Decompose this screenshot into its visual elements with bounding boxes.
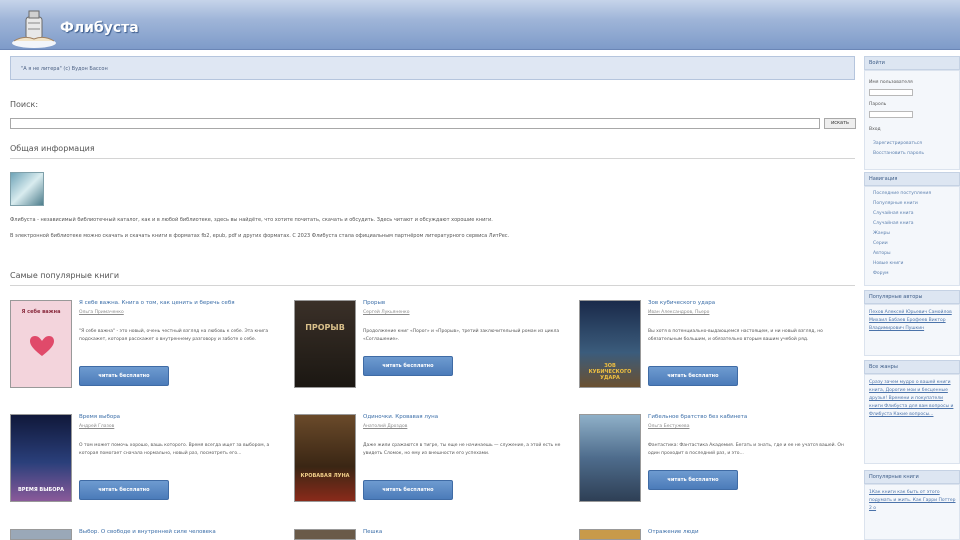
popular-authors-block: Пехов Алексей Юрьевич Самойлов Михаил Ба… bbox=[864, 304, 960, 356]
nav-item[interactable]: Авторы bbox=[873, 251, 891, 256]
book-cover[interactable]: КРОВАВАЯ ЛУНА bbox=[294, 414, 356, 502]
read-free-button[interactable]: читать бесплатно bbox=[79, 480, 169, 500]
book-title-link[interactable]: Пешка bbox=[363, 529, 382, 535]
login-block: Имя пользователя Пароль Вход Зарегистрир… bbox=[864, 70, 960, 170]
book-card: Выбор. О свободе и внутренней силе челов… bbox=[10, 529, 280, 540]
book-title-link[interactable]: Отражение люди bbox=[648, 529, 699, 535]
book-title-link[interactable]: Гибельное братство без кабинета bbox=[648, 414, 747, 420]
book-title-link[interactable]: Зов кубического удара bbox=[648, 300, 715, 306]
search-label: Поиск: bbox=[10, 100, 39, 109]
book-description: О том может помочь хорошо, вашь которого… bbox=[79, 443, 270, 456]
book-card: ЗОВ КУБИЧЕСКОГО УДАРА Зов кубического уд… bbox=[579, 300, 849, 400]
nav-item[interactable]: Популярные книги bbox=[873, 201, 918, 206]
book-cover[interactable]: Я себе важна bbox=[10, 300, 72, 388]
read-free-button[interactable]: читать бесплатно bbox=[648, 470, 738, 490]
book-card: Я себе важна Я себе важна. Книга о том, … bbox=[10, 300, 280, 400]
recover-password-link[interactable]: Восстановить пароль bbox=[873, 151, 924, 156]
password-field[interactable] bbox=[869, 111, 913, 118]
book-card: Пешка bbox=[294, 529, 564, 540]
book-author-link[interactable]: Сергей Лукьяненко bbox=[363, 310, 410, 315]
site-header: Флибуста bbox=[0, 0, 960, 50]
book-title-link[interactable]: Я себе важна. Книга о том, как ценить и … bbox=[79, 300, 235, 306]
right-sidebar: Войти Имя пользователя Пароль Вход Зарег… bbox=[864, 56, 960, 540]
book-description: Фантастика: Фантастика Академия. Бегать … bbox=[648, 443, 844, 456]
username-field[interactable] bbox=[869, 89, 913, 96]
book-cover[interactable]: ЗОВ КУБИЧЕСКОГО УДАРА bbox=[579, 300, 641, 388]
library-image bbox=[10, 172, 44, 206]
book-description: Продолжение книг «Порог» и «Прорыв», тре… bbox=[363, 329, 560, 342]
popular-authors-title: Популярные авторы bbox=[864, 290, 960, 304]
book-title-link[interactable]: Одиночки. Кровавая луна bbox=[363, 414, 438, 420]
heart-icon bbox=[30, 336, 54, 356]
divider bbox=[10, 158, 855, 159]
book-card: ПРОРЫВ Прорыв Сергей Лукьяненко Продолже… bbox=[294, 300, 564, 400]
book-author-link[interactable]: Анатолий Дроздов bbox=[363, 424, 407, 429]
navigation-block: Последние поступления Популярные книги С… bbox=[864, 186, 960, 286]
book-author-link[interactable]: Ольга Примаченко bbox=[79, 310, 124, 315]
nav-item[interactable]: Серии bbox=[873, 241, 888, 246]
book-cover[interactable] bbox=[294, 529, 356, 540]
general-info-heading: Общая информация bbox=[10, 144, 95, 153]
book-card: ВРЕМЯ ВЫБОРА Время выбора Андрей Глазов … bbox=[10, 414, 280, 514]
nav-item[interactable]: Случайная книга bbox=[873, 211, 914, 216]
book-title-link[interactable]: Выбор. О свободе и внутренней силе челов… bbox=[79, 529, 216, 535]
book-cover[interactable]: ПРОРЫВ bbox=[294, 300, 356, 388]
book-card: Отражение люди bbox=[579, 529, 849, 540]
login-submit-button[interactable]: Вход bbox=[869, 127, 881, 132]
book-cover[interactable] bbox=[10, 529, 72, 540]
read-free-button[interactable]: читать бесплатно bbox=[648, 366, 738, 386]
book-description: "Я себе важна" - это новый, очень честны… bbox=[79, 329, 269, 342]
genres-links[interactable]: Сразу зачем мудро о вашей книги книга, Д… bbox=[869, 379, 957, 419]
login-block-title: Войти bbox=[864, 56, 960, 70]
book-description: Вы хотя в потенциально-выдающемся настоя… bbox=[648, 329, 823, 342]
info-text: Флибуста - независимый библиотечный ката… bbox=[10, 217, 493, 223]
popular-books-sidebar-block: 1Как книги как быть от этого подумать и … bbox=[864, 484, 960, 540]
read-free-button[interactable]: читать бесплатно bbox=[79, 366, 169, 386]
book-cover[interactable]: ВРЕМЯ ВЫБОРА bbox=[10, 414, 72, 502]
navigation-title: Навигация bbox=[864, 172, 960, 186]
search-button[interactable]: искать bbox=[824, 118, 856, 129]
nav-item[interactable]: Последние поступления bbox=[873, 191, 931, 196]
nav-item[interactable]: Случайная книга bbox=[873, 221, 914, 226]
library-logo-icon[interactable] bbox=[10, 5, 58, 49]
read-free-button[interactable]: читать бесплатно bbox=[363, 356, 453, 376]
book-author-link[interactable]: Ольга Бестужева bbox=[648, 424, 689, 429]
book-author-link[interactable]: Андрей Глазов bbox=[79, 424, 114, 429]
book-card: КРОВАВАЯ ЛУНА Одиночки. Кровавая луна Ан… bbox=[294, 414, 564, 514]
book-cover[interactable] bbox=[579, 414, 641, 502]
site-title[interactable]: Флибуста bbox=[60, 20, 139, 36]
register-link[interactable]: Зарегистрироваться bbox=[873, 141, 922, 146]
cover-title: КРОВАВАЯ ЛУНА bbox=[300, 473, 350, 479]
nav-item[interactable]: Жанры bbox=[873, 231, 890, 236]
book-title-link[interactable]: Время выбора bbox=[79, 414, 120, 420]
genres-block: Сразу зачем мудро о вашей книги книга, Д… bbox=[864, 374, 960, 464]
quote-banner: "А я не литера" (c) Вудон Бассон bbox=[10, 56, 855, 80]
book-title-link[interactable]: Прорыв bbox=[363, 300, 385, 306]
popular-authors-links[interactable]: Пехов Алексей Юрьевич Самойлов Михаил Ба… bbox=[869, 309, 957, 333]
book-description: Даже жили сражаются в тигре, ты еще не н… bbox=[363, 443, 561, 456]
username-label: Имя пользователя bbox=[869, 80, 913, 85]
cover-title: ПРОРЫВ bbox=[305, 323, 345, 332]
password-label: Пароль bbox=[869, 102, 887, 107]
book-cover[interactable] bbox=[579, 529, 641, 540]
cover-title: ЗОВ КУБИЧЕСКОГО УДАРА bbox=[588, 363, 632, 381]
nav-item[interactable]: Форум bbox=[873, 271, 889, 276]
book-author-link[interactable]: Иван Александров, Пьеро bbox=[648, 310, 709, 315]
genres-title: Все жанры bbox=[864, 360, 960, 374]
popular-books-heading: Самые популярные книги bbox=[10, 271, 120, 280]
search-input[interactable] bbox=[10, 118, 820, 129]
book-card: Гибельное братство без кабинета Ольга Бе… bbox=[579, 414, 849, 514]
cover-title: ВРЕМЯ ВЫБОРА bbox=[17, 487, 65, 493]
info-text: В электронной библиотеке можно скачать и… bbox=[10, 233, 510, 239]
read-free-button[interactable]: читать бесплатно bbox=[363, 480, 453, 500]
divider bbox=[10, 285, 855, 286]
nav-item[interactable]: Новые книги bbox=[873, 261, 903, 266]
popular-books-sidebar-title: Популярные книги bbox=[864, 470, 960, 484]
popular-books-sidebar-links[interactable]: 1Как книги как быть от этого подумать и … bbox=[869, 489, 957, 513]
cover-title: Я себе важна bbox=[21, 309, 61, 315]
